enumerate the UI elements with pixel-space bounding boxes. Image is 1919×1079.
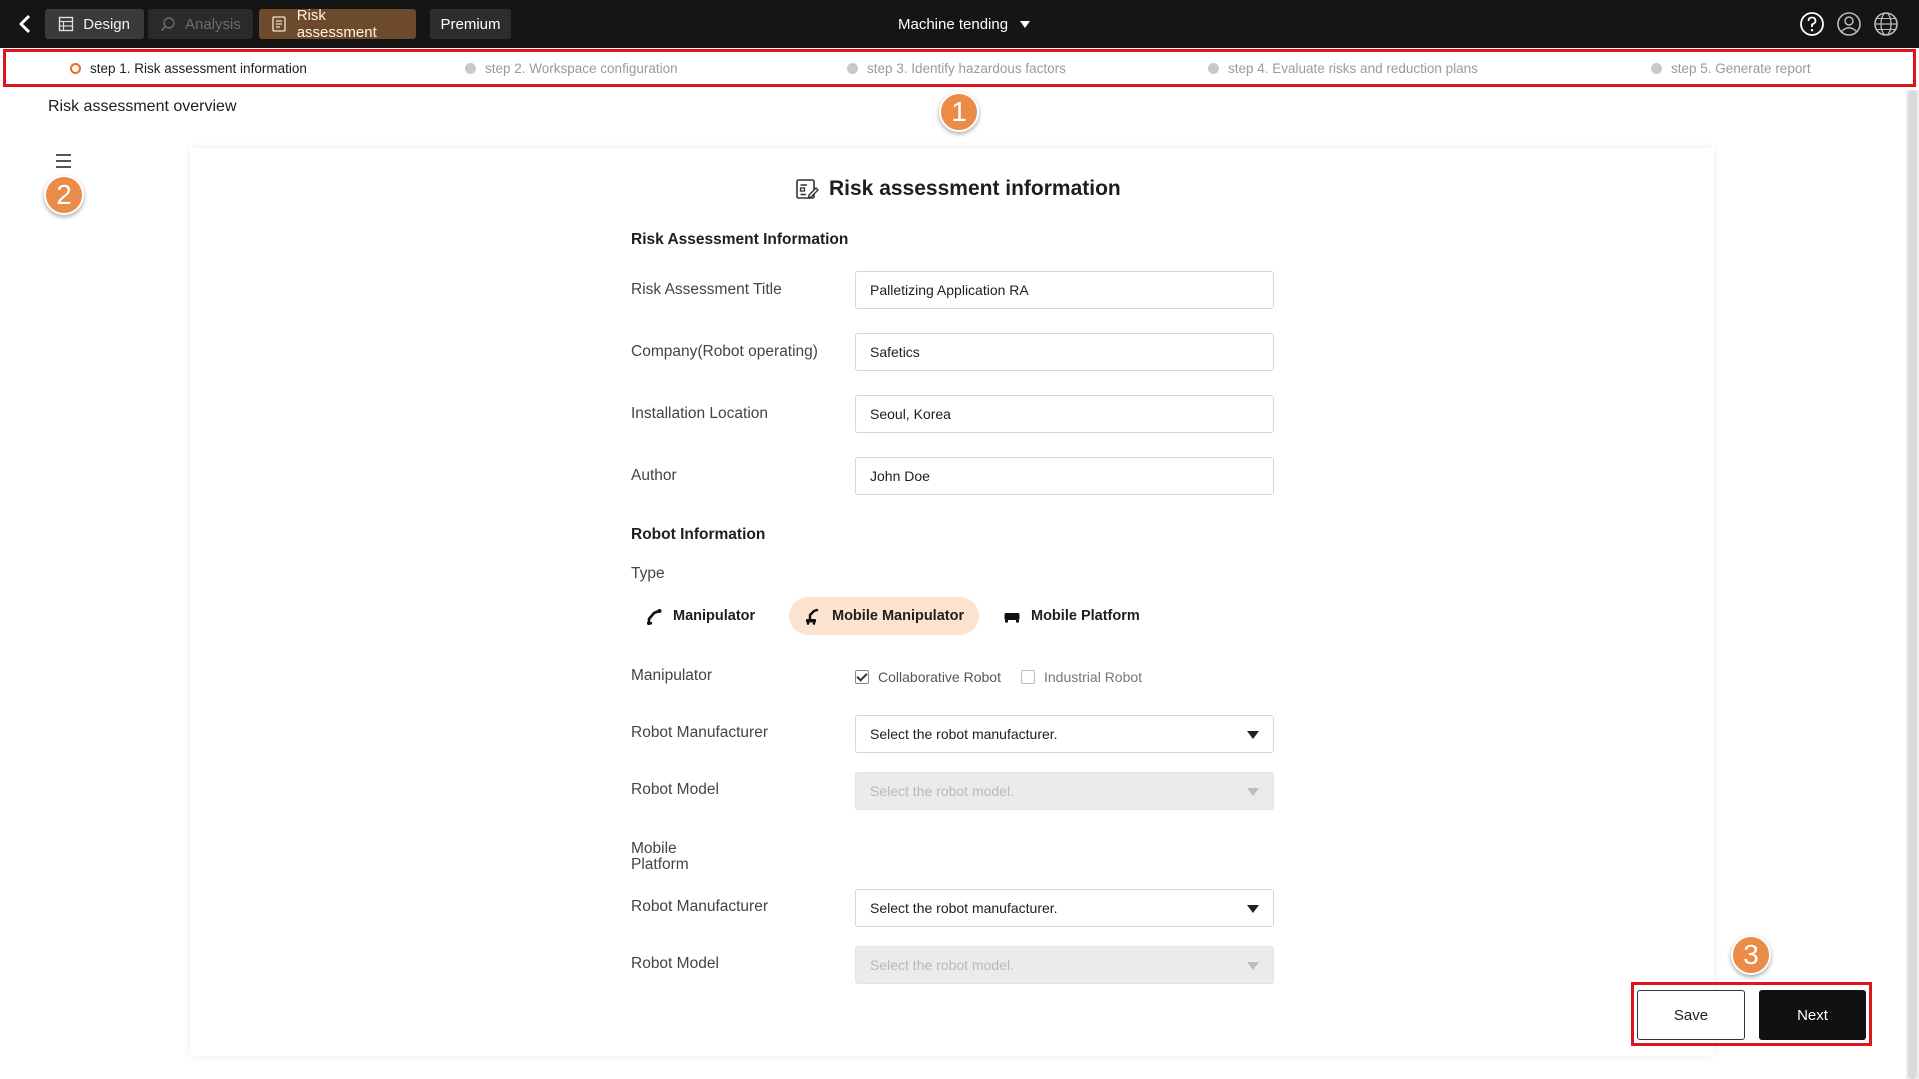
manipulator-manufacturer-select[interactable]: Select the robot manufacturer. [855,715,1274,753]
step-3-label: step 3. Identify hazardous factors [867,60,1066,76]
callout-badge-2: 2 [44,175,84,215]
step-4[interactable]: step 4. Evaluate risks and reduction pla… [1208,52,1478,84]
label-manipulator: Manipulator [631,667,712,684]
step-1[interactable]: step 1. Risk assessment information [70,52,307,84]
design-grid-icon [57,15,74,33]
manipulator-manufacturer-placeholder: Select the robot manufacturer. [870,726,1058,742]
save-button[interactable]: Save [1637,990,1745,1040]
type-option-mobile-platform-label: Mobile Platform [1031,608,1140,624]
manipulator-model-select: Select the robot model. [855,772,1274,810]
hamburger-menu-icon[interactable] [56,154,74,170]
label-ra-title: Risk Assessment Title [631,281,782,298]
step-dot-icon [1208,62,1219,74]
report-edit-icon [795,177,819,201]
robot-arm-icon [645,607,663,625]
label-platform-model: Robot Model [631,955,719,972]
label-type: Type [631,565,665,582]
back-arrow-icon[interactable] [12,10,40,38]
label-manipulator-model: Robot Model [631,781,719,798]
type-option-mobile-manipulator-label: Mobile Manipulator [832,608,965,624]
step-5[interactable]: step 5. Generate report [1651,52,1811,84]
step-2[interactable]: step 2. Workspace configuration [465,52,678,84]
industrial-robot-checkbox[interactable]: Industrial Robot [1021,668,1142,686]
tab-analysis-label: Analysis [185,15,241,33]
industrial-robot-label: Industrial Robot [1044,669,1143,685]
steps-bar: step 1. Risk assessment information step… [3,49,1916,87]
help-icon[interactable] [1799,11,1825,37]
project-name: Machine tending [898,15,1009,33]
callout-badge-3: 3 [1731,935,1771,975]
type-option-mobile-manipulator[interactable]: Mobile Manipulator [789,597,980,635]
checkbox-checked-icon [855,670,869,684]
location-input[interactable] [855,395,1274,433]
caret-down-icon [1247,731,1259,739]
step-1-label: step 1. Risk assessment information [90,60,307,76]
label-company: Company(Robot operating) [631,343,818,360]
top-bar: Design Analysis Risk assessment Premium … [0,0,1919,48]
platform-model-placeholder: Select the robot model. [870,957,1014,973]
mobile-platform-icon [1003,607,1021,625]
type-option-manipulator[interactable]: Manipulator [630,597,770,635]
form-title: Risk assessment information [795,176,1121,202]
document-icon [271,15,288,33]
section-heading-robot: Robot Information [631,526,766,543]
tab-premium-label: Premium [440,15,501,33]
page-title: Risk assessment overview [48,98,237,115]
label-manipulator-manufacturer: Robot Manufacturer [631,724,768,741]
caret-down-icon [1020,20,1031,28]
label-mobile-platform: Mobile Platform [631,840,689,873]
checkbox-unchecked-icon [1021,670,1035,684]
author-input[interactable] [855,457,1274,495]
tab-premium[interactable]: Premium [430,9,511,39]
collaborative-robot-checkbox[interactable]: Collaborative Robot [855,668,1001,686]
company-input[interactable] [855,333,1274,371]
step-dot-icon [1651,62,1662,74]
tab-analysis[interactable]: Analysis [148,9,253,39]
tab-design-label: Design [83,15,130,33]
next-button[interactable]: Next [1759,990,1866,1040]
type-option-mobile-platform[interactable]: Mobile Platform [988,597,1155,635]
step-3[interactable]: step 3. Identify hazardous factors [847,52,1066,84]
step-dot-icon [465,62,476,74]
platform-manufacturer-placeholder: Select the robot manufacturer. [870,900,1058,916]
caret-down-icon [1247,962,1259,970]
caret-down-icon [1247,905,1259,913]
ra-title-input[interactable] [855,271,1274,309]
project-selector[interactable]: Machine tending [898,14,1031,34]
mobile-manipulator-icon [804,607,822,625]
collaborative-robot-label: Collaborative Robot [878,669,1001,685]
step-4-label: step 4. Evaluate risks and reduction pla… [1228,60,1478,76]
globe-icon[interactable] [1873,11,1899,37]
label-platform-manufacturer: Robot Manufacturer [631,898,768,915]
section-heading-info: Risk Assessment Information [631,231,849,248]
tab-risk-assessment[interactable]: Risk assessment [259,7,416,41]
step-2-label: step 2. Workspace configuration [485,60,678,76]
user-icon[interactable] [1836,11,1862,37]
manipulator-model-placeholder: Select the robot model. [870,783,1014,799]
callout-badge-1: 1 [939,92,979,132]
type-option-manipulator-label: Manipulator [673,608,756,624]
platform-model-select: Select the robot model. [855,946,1274,984]
tab-risk-assessment-label: Risk assessment [296,7,377,41]
tab-design[interactable]: Design [45,9,144,39]
label-location: Installation Location [631,405,769,422]
caret-down-icon [1247,788,1259,796]
scrollbar-thumb[interactable] [1908,90,1917,1079]
form-title-text: Risk assessment information [829,177,1121,200]
platform-manufacturer-select[interactable]: Select the robot manufacturer. [855,889,1274,927]
analysis-magnifier-icon [160,15,176,33]
step-active-dot-icon [70,62,81,74]
step-dot-icon [847,62,858,74]
step-5-label: step 5. Generate report [1671,60,1811,76]
vertical-scrollbar[interactable] [1906,90,1919,1079]
label-author: Author [631,467,677,484]
